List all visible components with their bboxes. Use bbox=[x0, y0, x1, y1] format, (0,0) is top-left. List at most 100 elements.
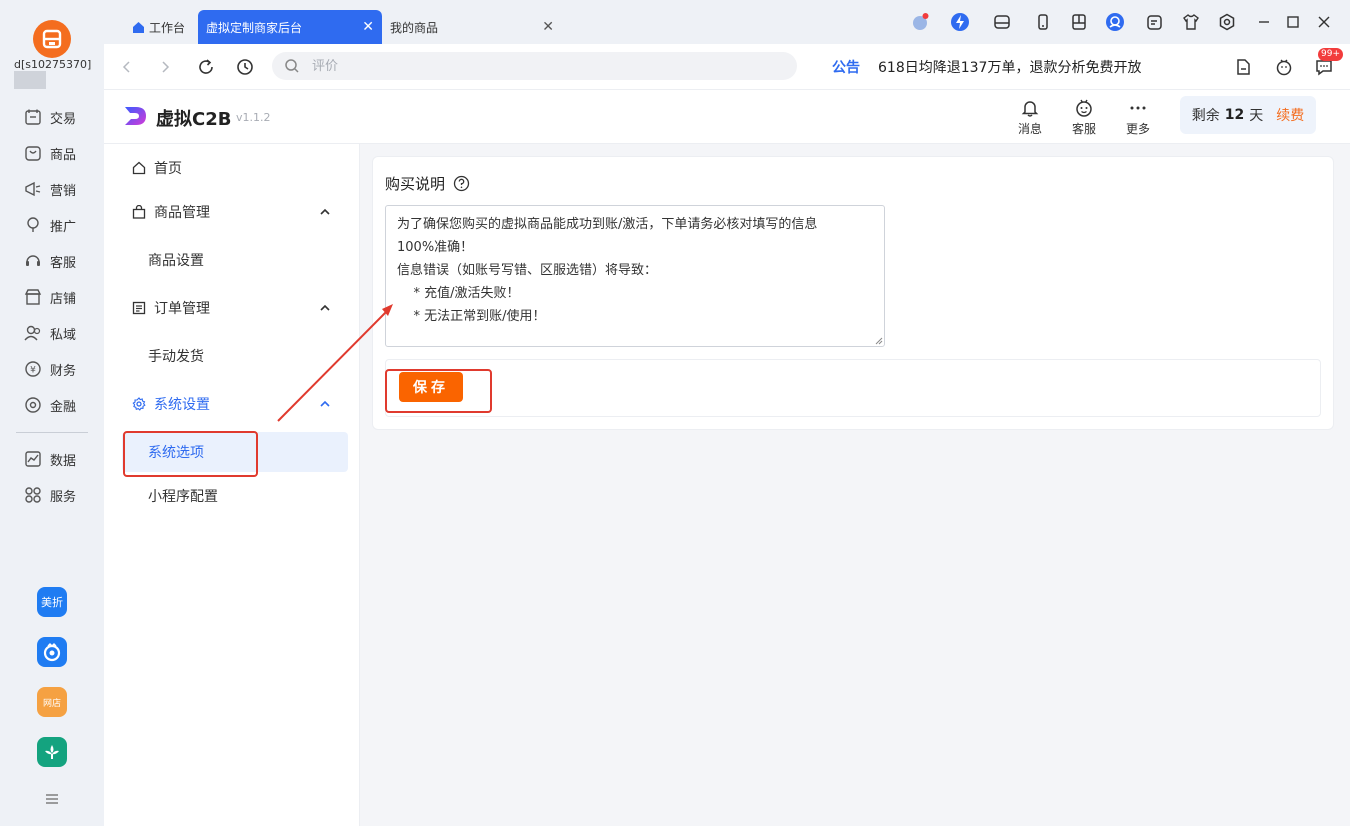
wangdian-app-icon[interactable]: 网店 bbox=[37, 687, 67, 717]
crown-eye-app-icon[interactable] bbox=[37, 637, 67, 667]
main-content: 购买说明 为了确保您购买的虚拟商品能成功到账/激活，下单请务必核对填写的信息 1… bbox=[360, 144, 1350, 826]
messages-button[interactable]: 消息 bbox=[1010, 98, 1050, 137]
settings-hex-icon[interactable] bbox=[1217, 12, 1237, 32]
minimize-icon[interactable] bbox=[1254, 12, 1274, 32]
finance-icon: ¥ bbox=[25, 361, 41, 377]
more-button[interactable]: 更多 bbox=[1118, 98, 1158, 137]
card-title-text: 购买说明 bbox=[385, 175, 446, 193]
tab-virtual-custom-admin[interactable]: 虚拟定制商家后台 ✕ bbox=[198, 10, 382, 44]
mobile-icon[interactable] bbox=[1033, 12, 1053, 32]
messages-label: 消息 bbox=[1017, 122, 1042, 136]
rail-item-finance[interactable]: ¥ 财务 bbox=[24, 358, 76, 380]
rail-item-store[interactable]: 店铺 bbox=[24, 286, 76, 308]
chevron-up-icon bbox=[320, 304, 330, 311]
nav-manual-ship[interactable]: 手动发货 bbox=[104, 336, 360, 376]
bell-icon bbox=[1021, 101, 1039, 117]
customer-service-label: 客服 bbox=[1071, 122, 1096, 136]
menu-icon[interactable] bbox=[44, 792, 60, 806]
private-domain-icon bbox=[24, 325, 41, 341]
rail-item-promotion[interactable]: 推广 bbox=[24, 214, 76, 236]
brand-version: v1.1.2 bbox=[236, 111, 271, 124]
tab-my-goods[interactable]: 我的商品 ✕ bbox=[390, 10, 562, 44]
shirt-icon[interactable] bbox=[1181, 12, 1201, 32]
address-bar: 公告 618日均降退137万单，退款分析免费开放 99+ bbox=[104, 44, 1350, 90]
goods-icon bbox=[25, 146, 41, 161]
remain-prefix: 剩余 bbox=[1191, 108, 1220, 124]
rail-item-private-domain[interactable]: 私域 bbox=[24, 322, 76, 344]
forward-icon[interactable] bbox=[154, 56, 176, 78]
nav-label: 手动发货 bbox=[148, 349, 204, 365]
rail-item-label: 金融 bbox=[50, 399, 77, 415]
search-input[interactable] bbox=[312, 56, 772, 76]
nav-label: 首页 bbox=[154, 161, 182, 177]
support-icon[interactable] bbox=[1105, 12, 1125, 32]
message-icon[interactable]: 99+ bbox=[1313, 48, 1343, 78]
rail-item-marketing[interactable]: 营销 bbox=[24, 178, 76, 200]
fleur-app-icon[interactable] bbox=[37, 737, 67, 767]
rail-item-data[interactable]: 数据 bbox=[24, 448, 76, 470]
customer-service-button[interactable]: 客服 bbox=[1064, 98, 1104, 137]
smile-bot-icon[interactable] bbox=[1273, 56, 1295, 78]
user-avatar-mask bbox=[14, 71, 56, 91]
notice-label: 公告 bbox=[832, 60, 860, 76]
marketing-icon bbox=[25, 181, 41, 197]
close-icon[interactable]: ✕ bbox=[542, 19, 554, 35]
brand-logo-icon bbox=[125, 107, 146, 125]
resize-handle-icon[interactable] bbox=[875, 337, 883, 345]
nav-system-options[interactable]: 系统选项 bbox=[122, 432, 348, 472]
card-title: 购买说明 bbox=[385, 173, 470, 194]
back-icon[interactable] bbox=[116, 56, 138, 78]
service-face-icon bbox=[1076, 99, 1092, 117]
rail-item-customer-service[interactable]: 客服 bbox=[24, 250, 76, 272]
purchase-notes-textarea[interactable]: 为了确保您购买的虚拟商品能成功到账/激活，下单请务必核对填写的信息 100%准确… bbox=[385, 205, 885, 347]
app-label: 美折 bbox=[41, 596, 63, 609]
refresh-icon[interactable] bbox=[195, 56, 217, 78]
document-icon[interactable] bbox=[1232, 56, 1254, 78]
nav-home[interactable]: 首页 bbox=[104, 148, 360, 188]
tab-bar: 工作台 虚拟定制商家后台 ✕ 我的商品 ✕ bbox=[104, 0, 1350, 44]
purchase-notes-card: 购买说明 为了确保您购买的虚拟商品能成功到账/激活，下单请务必核对填写的信息 1… bbox=[372, 156, 1334, 430]
maximize-icon[interactable] bbox=[1283, 12, 1303, 32]
window-close-icon[interactable] bbox=[1314, 12, 1334, 32]
drive-icon[interactable] bbox=[992, 12, 1012, 32]
rail-item-trade[interactable]: 交易 bbox=[24, 106, 76, 128]
edit-note-icon[interactable] bbox=[1145, 12, 1165, 32]
rail-item-goods[interactable]: 商品 bbox=[24, 142, 76, 164]
rail-item-label: 交易 bbox=[50, 111, 77, 127]
service-icon bbox=[25, 487, 41, 503]
rail-item-banking[interactable]: 金融 bbox=[24, 394, 76, 416]
customer-service-icon bbox=[26, 255, 40, 266]
renew-link[interactable]: 续费 bbox=[1276, 105, 1304, 125]
svg-text:¥: ¥ bbox=[30, 366, 36, 376]
rail-item-label: 推广 bbox=[50, 219, 77, 235]
book-icon[interactable] bbox=[1069, 12, 1089, 32]
user-avatar-icon[interactable] bbox=[910, 12, 930, 32]
help-icon[interactable] bbox=[453, 175, 470, 192]
bag-icon bbox=[132, 205, 146, 219]
lightning-icon[interactable] bbox=[950, 12, 970, 32]
history-icon[interactable] bbox=[234, 56, 256, 78]
rail-item-service[interactable]: 服务 bbox=[24, 484, 76, 506]
left-rail: d[s10275370] 交易 商品 营销 推广 客服 店铺 私域 ¥ 财务 金… bbox=[0, 0, 104, 826]
store-icon bbox=[24, 289, 42, 305]
nav-miniapp-config[interactable]: 小程序配置 bbox=[104, 476, 360, 516]
meizhe-app-icon[interactable]: 美折 bbox=[37, 587, 67, 617]
close-icon[interactable]: ✕ bbox=[362, 19, 374, 35]
nav-goods-settings[interactable]: 商品设置 bbox=[104, 240, 360, 280]
nav-order-manage[interactable]: 订单管理 bbox=[104, 288, 360, 328]
notice-text[interactable]: 618日均降退137万单，退款分析免费开放 bbox=[878, 57, 1141, 77]
nav-goods-manage[interactable]: 商品管理 bbox=[104, 192, 360, 232]
app-logo-icon[interactable] bbox=[33, 20, 71, 58]
side-nav: 首页 商品管理 商品设置 订单管理 手动发货 系统设置 系统选项 小程序配置 bbox=[104, 144, 360, 826]
search-bar bbox=[272, 52, 797, 80]
rail-item-label: 数据 bbox=[50, 453, 77, 469]
save-button[interactable]: 保存 bbox=[399, 372, 463, 402]
rail-item-label: 店铺 bbox=[50, 291, 77, 307]
rail-item-label: 财务 bbox=[50, 363, 77, 379]
gear-icon bbox=[132, 397, 146, 411]
data-icon bbox=[25, 451, 41, 467]
rail-item-label: 私域 bbox=[50, 327, 77, 343]
save-area: 保存 bbox=[385, 359, 1321, 417]
nav-label: 商品管理 bbox=[154, 205, 210, 221]
nav-system-settings[interactable]: 系统设置 bbox=[104, 384, 360, 424]
